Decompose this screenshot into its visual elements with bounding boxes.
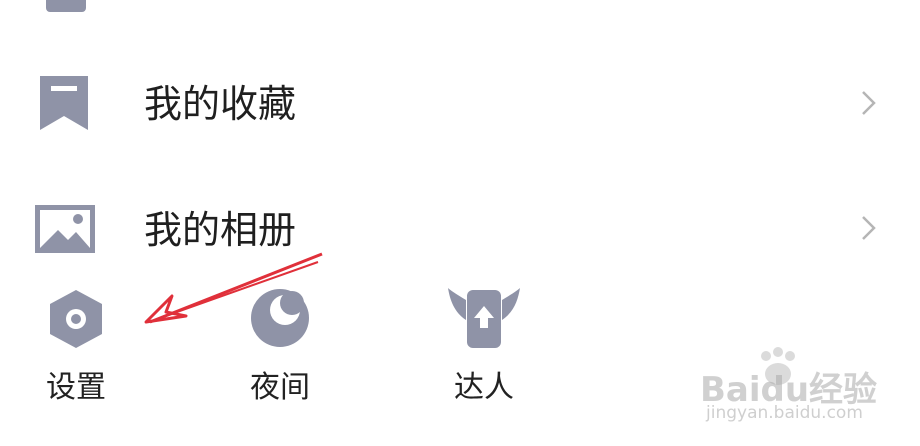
watermark-url: jingyan.baidu.com — [706, 403, 863, 423]
